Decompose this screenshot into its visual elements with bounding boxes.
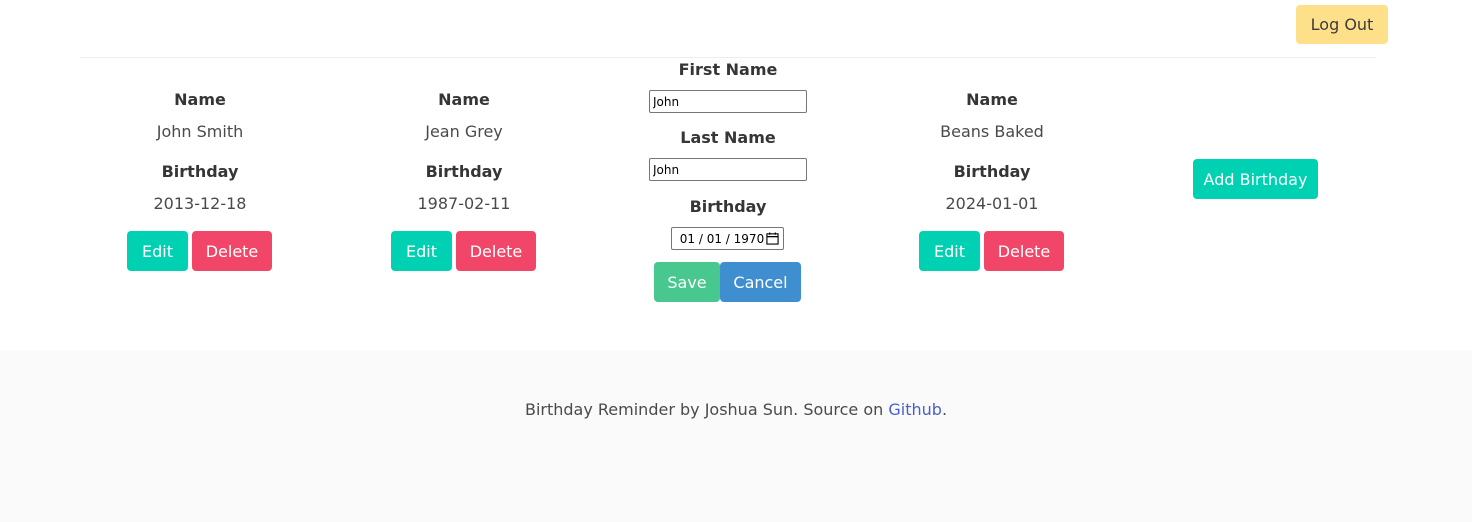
edit-button[interactable]: Edit: [919, 231, 980, 271]
name-value: Jean Grey: [425, 122, 503, 141]
birthday-date-value: 01 / 01 / 1970: [679, 231, 765, 246]
save-button[interactable]: Save: [654, 262, 720, 302]
name-value: Beans Baked: [940, 122, 1044, 141]
name-label: Name: [966, 90, 1018, 109]
delete-button[interactable]: Delete: [192, 231, 272, 271]
last-name-label: Last Name: [680, 128, 776, 147]
name-label: Name: [438, 90, 490, 109]
birthday-label: Birthday: [425, 162, 503, 181]
edit-birthday-form: First Name Last Name Birthday 01 / 01 / …: [628, 58, 828, 308]
delete-button[interactable]: Delete: [456, 231, 536, 271]
calendar-icon[interactable]: [766, 232, 779, 245]
last-name-input[interactable]: [649, 158, 807, 181]
birthday-value: 2013-12-18: [153, 194, 247, 213]
edit-button[interactable]: Edit: [391, 231, 452, 271]
log-out-button[interactable]: Log Out: [1296, 5, 1388, 44]
first-name-input[interactable]: [649, 90, 807, 113]
birthday-value: 1987-02-11: [417, 194, 511, 213]
footer-text: Birthday Reminder by Joshua Sun. Source …: [0, 400, 1472, 419]
edit-button[interactable]: Edit: [127, 231, 188, 271]
page: Log Out Name John Smith Birthday 2013-12…: [0, 0, 1472, 522]
birthday-label: Birthday: [161, 162, 239, 181]
delete-button[interactable]: Delete: [984, 231, 1064, 271]
name-label: Name: [174, 90, 226, 109]
footer-credit: Birthday Reminder by Joshua Sun. Source …: [524, 400, 889, 419]
birthday-label: Birthday: [689, 197, 767, 216]
first-name-label: First Name: [678, 60, 778, 79]
navbar: Log Out: [0, 0, 1472, 58]
footer-period: .: [941, 400, 948, 419]
birthday-value: 2024-01-01: [945, 194, 1039, 213]
name-value: John Smith: [156, 122, 244, 141]
add-birthday-button[interactable]: Add Birthday: [1193, 159, 1318, 199]
birthday-date-input[interactable]: 01 / 01 / 1970: [671, 227, 784, 250]
footer: Birthday Reminder by Joshua Sun. Source …: [0, 350, 1472, 522]
birthday-card: Name Beans Baked Birthday 2024-01-01 Edi…: [892, 58, 1092, 288]
birthday-card: Name Jean Grey Birthday 1987-02-11 Edit …: [364, 58, 564, 288]
birthday-label: Birthday: [953, 162, 1031, 181]
birthday-card: Name John Smith Birthday 2013-12-18 Edit…: [100, 58, 300, 288]
github-link[interactable]: Github: [888, 400, 942, 419]
cancel-button[interactable]: Cancel: [720, 262, 801, 302]
